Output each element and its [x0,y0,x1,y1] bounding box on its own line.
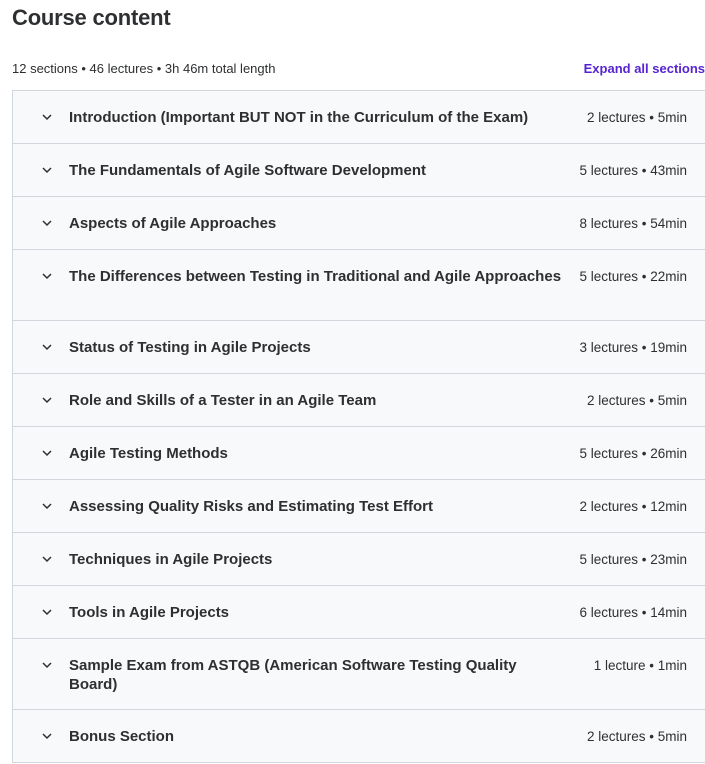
chevron-down-icon [41,730,53,742]
section-meta: 2 lectures • 5min [586,393,687,408]
chevron-down-icon [41,500,53,512]
section-row[interactable]: Sample Exam from ASTQB (American Softwar… [13,639,705,710]
chevron-down-icon [41,270,53,282]
section-row[interactable]: Status of Testing in Agile Projects 3 le… [13,321,705,374]
section-title: Status of Testing in Agile Projects [69,339,311,356]
section-meta: 6 lectures • 14min [579,605,687,620]
section-meta: 5 lectures • 26min [579,446,687,461]
section-row[interactable]: Assessing Quality Risks and Estimating T… [13,480,705,533]
section-title: Sample Exam from ASTQB (American Softwar… [69,657,517,693]
section-meta: 2 lectures • 12min [579,499,687,514]
chevron-down-icon [41,111,53,123]
section-title: Techniques in Agile Projects [69,551,273,568]
section-title: Role and Skills of a Tester in an Agile … [69,392,377,409]
section-meta: 1 lecture • 1min [593,658,687,673]
section-meta: 3 lectures • 19min [579,340,687,355]
section-meta: 2 lectures • 5min [586,110,687,125]
section-row[interactable]: Role and Skills of a Tester in an Agile … [13,374,705,427]
chevron-down-icon [41,341,53,353]
section-meta: 5 lectures • 22min [579,269,687,284]
section-row[interactable]: Aspects of Agile Approaches 8 lectures •… [13,197,705,250]
section-title: Agile Testing Methods [69,445,228,462]
section-title: Introduction (Important BUT NOT in the C… [69,109,529,126]
section-row[interactable]: Introduction (Important BUT NOT in the C… [13,91,705,144]
chevron-down-icon [41,164,53,176]
section-meta: 5 lectures • 43min [579,163,687,178]
course-summary: 12 sections • 46 lectures • 3h 46m total… [12,61,276,76]
section-title: Bonus Section [69,728,175,745]
chevron-down-icon [41,217,53,229]
section-title: Tools in Agile Projects [69,604,230,621]
section-row[interactable]: The Fundamentals of Agile Software Devel… [13,144,705,197]
chevron-down-icon [41,394,53,406]
section-meta: 8 lectures • 54min [579,216,687,231]
section-row[interactable]: Agile Testing Methods 5 lectures • 26min [13,427,705,480]
chevron-down-icon [41,606,53,618]
sections-list: Introduction (Important BUT NOT in the C… [12,90,705,763]
chevron-down-icon [41,553,53,565]
section-row[interactable]: The Differences between Testing in Tradi… [13,250,705,321]
section-title: Assessing Quality Risks and Estimating T… [69,498,433,515]
page-title: Course content [12,5,171,30]
section-title: Aspects of Agile Approaches [69,215,277,232]
section-row[interactable]: Techniques in Agile Projects 5 lectures … [13,533,705,586]
expand-all-sections-button[interactable]: Expand all sections [584,61,705,76]
section-meta: 5 lectures • 23min [579,552,687,567]
section-title: The Differences between Testing in Tradi… [69,268,562,285]
course-summary-row: 12 sections • 46 lectures • 3h 46m total… [12,61,705,79]
chevron-down-icon [41,447,53,459]
section-row[interactable]: Bonus Section 2 lectures • 5min [13,710,705,762]
chevron-down-icon [41,659,53,671]
section-title: The Fundamentals of Agile Software Devel… [69,162,426,179]
section-row[interactable]: Tools in Agile Projects 6 lectures • 14m… [13,586,705,639]
section-meta: 2 lectures • 5min [586,729,687,744]
